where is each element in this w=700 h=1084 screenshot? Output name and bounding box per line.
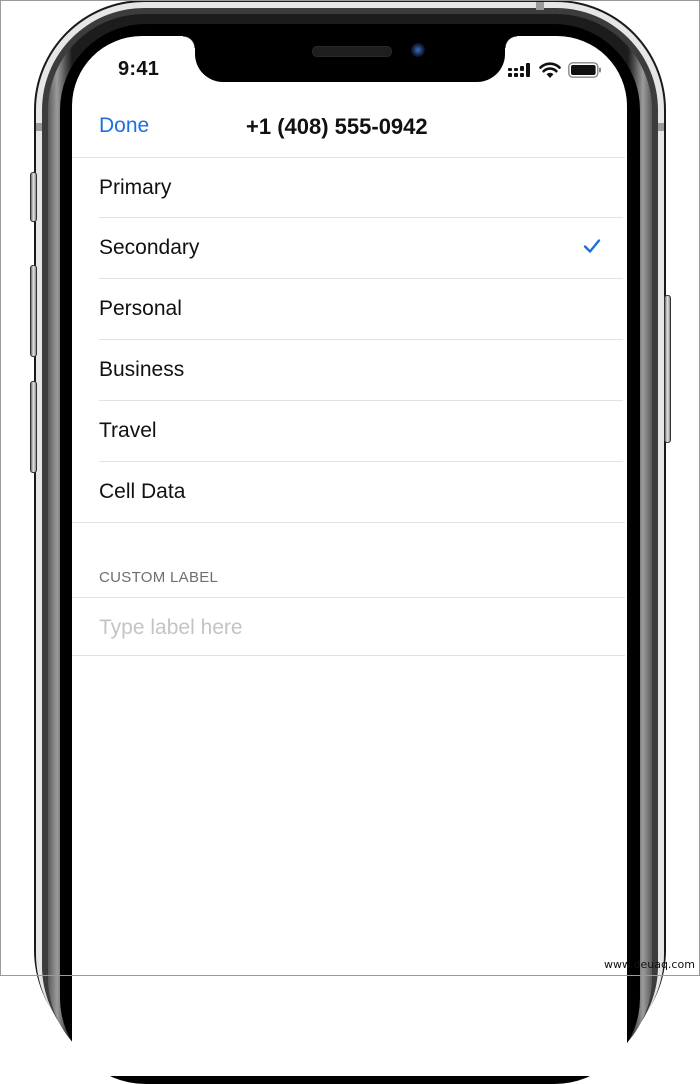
custom-label-section-header: CUSTOM LABEL	[99, 569, 219, 586]
label-row-text: Secondary	[99, 236, 200, 259]
custom-label-input[interactable]	[99, 612, 599, 644]
list-bottom-separator	[72, 522, 625, 523]
label-row-text: Business	[99, 358, 185, 381]
antenna-line-left	[36, 123, 42, 131]
section-top-separator	[72, 597, 625, 598]
notch	[183, 36, 517, 82]
done-button[interactable]: Done	[99, 114, 149, 138]
mute-switch	[30, 172, 37, 222]
label-row-secondary[interactable]: Secondary	[72, 218, 625, 278]
wifi-icon	[539, 62, 561, 78]
cellular-signal-icon	[508, 63, 530, 77]
antenna-line-top	[536, 2, 544, 10]
side-power-button	[664, 295, 671, 443]
watermark: www.deuaq.com	[604, 958, 695, 971]
checkmark-icon	[583, 239, 601, 253]
label-row-personal[interactable]: Personal	[72, 279, 625, 339]
label-row-primary[interactable]: Primary	[72, 158, 625, 218]
label-row-business[interactable]: Business	[72, 340, 625, 400]
section-bottom-separator	[72, 655, 625, 656]
status-icons	[508, 62, 602, 78]
volume-up-button	[30, 265, 37, 357]
front-camera	[411, 43, 425, 57]
speaker-grille	[312, 46, 392, 57]
label-row-cell-data[interactable]: Cell Data	[72, 462, 625, 522]
antenna-line-right	[658, 123, 664, 131]
volume-down-button	[30, 381, 37, 473]
status-time: 9:41	[118, 58, 160, 80]
nav-title-phone-number: +1 (408) 555-0942	[246, 114, 428, 139]
battery-icon	[568, 62, 601, 78]
label-row-text: Travel	[99, 419, 157, 442]
label-row-travel[interactable]: Travel	[72, 401, 625, 461]
label-row-text: Primary	[99, 176, 172, 199]
label-row-text: Personal	[99, 297, 182, 320]
label-row-text: Cell Data	[99, 480, 186, 503]
